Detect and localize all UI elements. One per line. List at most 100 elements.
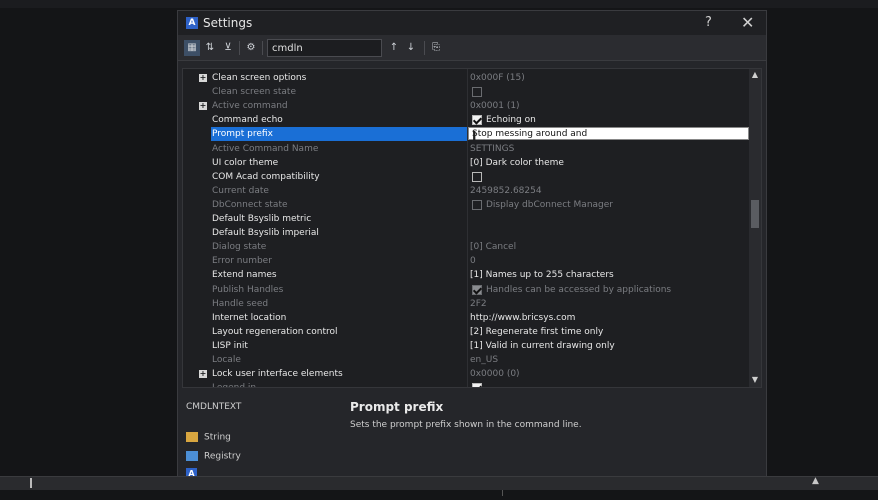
grid-row[interactable]: Layout regeneration control [2] Regenerat… [183,325,749,339]
grid-row[interactable]: Error number 0 [183,254,749,268]
grid-row[interactable]: DbConnect state Display dbConnect Manager [183,198,749,212]
scroll-down-arrow-icon[interactable]: ▼ [749,374,761,386]
prompt-prefix-edit-field[interactable]: Stop messing around and [468,127,749,141]
checkbox[interactable] [472,383,482,387]
setting-name: Lock user interface elements [212,369,343,380]
setting-value[interactable]: Handles can be accessed by applications [468,283,749,297]
setting-name: Error number [212,256,272,267]
setting-name: Extend names [212,270,277,281]
expand-plus-icon[interactable]: + [199,74,207,82]
setting-value-text: 0 [470,256,476,267]
setting-value[interactable] [468,226,749,240]
grid-row[interactable]: COM Acad compatibility [183,170,749,184]
setting-value-text: [1] Valid in current drawing only [470,340,615,351]
expand-plus-icon[interactable]: + [199,102,207,111]
grid-row[interactable]: Legend in [183,381,749,387]
setting-value-text: en_US [470,355,499,365]
grid-row[interactable]: Current date 2459852.68254 [183,184,749,198]
setting-value[interactable]: http://www.bricsys.com [468,311,749,325]
setting-value[interactable]: [1] Valid in current drawing only [468,339,749,353]
settings-gear-icon[interactable]: ⚙ [243,40,259,56]
grid-row[interactable]: Handle seed 2F2 [183,297,749,311]
checkbox[interactable] [472,284,482,295]
grid-row[interactable]: LISP init [1] Valid in current drawing on… [183,339,749,353]
grid-row[interactable]: Default Bsyslib imperial [183,226,749,240]
checkbox[interactable] [472,87,482,98]
grid-row[interactable]: Active Command Name SETTINGS [183,142,749,156]
setting-value-text: 2459852.68254 [470,185,542,196]
grid-row[interactable]: Clean screen state [183,85,749,99]
setting-value[interactable]: [0] Dark color theme [468,156,749,170]
next-match-arrow-icon[interactable]: ↓ [403,40,419,56]
grid-row[interactable]: Dialog state [0] Cancel [183,240,749,254]
categorized-view-icon[interactable]: ▦ [184,40,200,56]
scroll-up-arrow-icon[interactable]: ▲ [749,69,761,81]
setting-name: Current date [212,185,269,196]
command-history-arrow-icon[interactable]: ▲ [812,476,819,486]
setting-value[interactable]: 0x0000 (0) [468,367,749,381]
setting-value-text: http://www.bricsys.com [470,312,576,323]
setting-value[interactable] [468,212,749,226]
setting-value[interactable] [468,170,749,184]
previous-match-arrow-icon[interactable]: ↑ [386,40,402,56]
grid-row[interactable]: Command echo Echoing on [183,113,749,127]
vertical-scrollbar[interactable]: ▲ ▼ [749,69,761,387]
setting-value[interactable]: Echoing on [468,113,749,127]
setting-value[interactable] [468,85,749,99]
checkbox[interactable] [472,199,482,210]
bottom-tick-mark [502,490,503,496]
filter-icon[interactable]: ⊻ [220,40,236,56]
checkbox[interactable] [472,171,482,182]
close-button[interactable]: ✕ [741,13,754,32]
variable-name: CMDLNTEXT [186,402,242,412]
setting-value[interactable]: SETTINGS [468,142,749,156]
grid-row[interactable]: Extend names [1] Names up to 255 characte… [183,268,749,282]
setting-value[interactable]: 0x0001 (1) [468,99,749,113]
grid-row[interactable]: Default Bsyslib metric [183,212,749,226]
help-button[interactable]: ? [705,15,712,30]
setting-name: Prompt prefix [211,127,467,142]
setting-value[interactable]: 2459852.68254 [468,184,749,198]
grid-row[interactable]: + Active command 0x0001 (1) [183,99,749,113]
grid-row[interactable]: Publish Handles Handles can be accessed b… [183,283,749,297]
setting-name: Active Command Name [212,143,319,154]
grid-row[interactable]: + Lock user interface elements 0x0000 (0) [183,367,749,381]
setting-value[interactable]: 0 [468,254,749,268]
setting-value[interactable]: [1] Names up to 255 characters [468,268,749,282]
setting-value[interactable]: [0] Cancel [468,240,749,254]
toolbar-separator [424,41,425,55]
setting-name: LISP init [212,340,248,351]
scroll-thumb[interactable] [751,200,759,228]
setting-value-text: [2] Regenerate first time only [470,326,604,337]
alphabetical-sort-icon[interactable]: ⇅ [202,40,218,56]
setting-name: Publish Handles [212,284,284,295]
expand-plus-icon[interactable]: + [199,370,207,379]
setting-name: Layout regeneration control [212,326,338,337]
setting-value[interactable]: 0x000F (15) [468,71,749,85]
setting-value[interactable]: [2] Regenerate first time only [468,325,749,339]
top-edge [0,0,878,8]
export-icon[interactable]: ⎘ [428,40,444,56]
setting-value[interactable]: 2F2 [468,297,749,311]
setting-name: Handle seed [212,298,269,309]
grid-row[interactable]: UI color theme [0] Dark color theme [183,156,749,170]
grid-row[interactable]: + Clean screen options 0x000F (15) [183,71,749,85]
setting-value-text: Display dbConnect Manager [486,199,613,210]
setting-name: Command echo [212,115,283,126]
setting-value[interactable]: en_US [468,353,749,367]
checkbox[interactable] [472,115,482,126]
grid-row[interactable]: Locale en_US [183,353,749,367]
setting-value[interactable]: Display dbConnect Manager [468,198,749,212]
setting-name: Locale [212,355,241,365]
search-input[interactable] [267,39,382,57]
setting-value-text: [1] Names up to 255 characters [470,270,614,281]
setting-name: UI color theme [212,157,279,168]
setting-value[interactable] [468,381,749,387]
string-type-icon [186,432,198,442]
setting-name: Default Bsyslib imperial [212,228,319,239]
type-label: String [204,432,231,443]
grid-row[interactable]: Prompt prefix Stop messing around and I [183,127,749,143]
command-line-bar[interactable] [0,476,878,490]
description-panel: CMDLNTEXT Prompt prefix Sets the prompt … [178,392,766,486]
grid-row[interactable]: Internet location http://www.bricsys.com [183,311,749,325]
